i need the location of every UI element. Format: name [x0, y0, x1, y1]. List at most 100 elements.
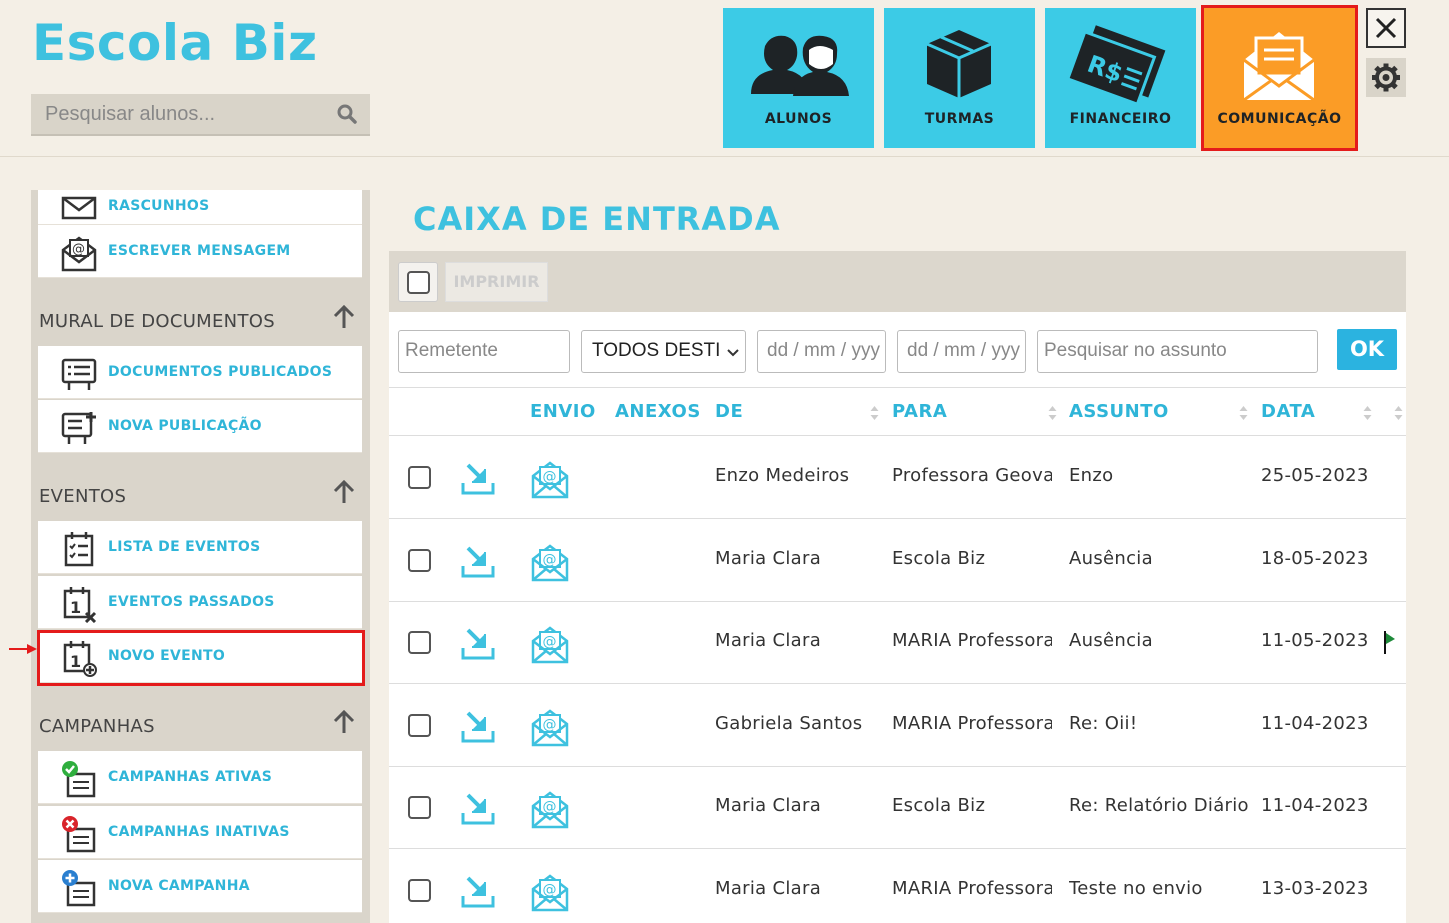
row-checkbox[interactable]: [408, 796, 431, 819]
download-icon[interactable]: [459, 791, 497, 827]
download-icon[interactable]: [459, 709, 497, 745]
search-icon[interactable]: [336, 103, 358, 125]
date-to-input[interactable]: dd / mm / yyy: [897, 330, 1026, 373]
recipient-select-value: TODOS DESTI: [592, 340, 721, 361]
column-data[interactable]: DATA: [1261, 401, 1315, 422]
svg-text:@: @: [543, 634, 557, 650]
checkbox[interactable]: [407, 271, 430, 294]
table-row[interactable]: @ Gabriela Santos MARIA Professora Re: Oii!…: [389, 684, 1406, 767]
sidebar-item-documentos-publicados[interactable]: DOCUMENTOS PUBLICADOS: [38, 346, 362, 399]
pointer-arrow-icon: [9, 644, 37, 654]
calendar-x-icon: 1: [63, 587, 97, 623]
flag-icon[interactable]: [1382, 629, 1398, 655]
sidebar-item-escrever-mensagem[interactable]: @ ESCREVER MENSAGEM: [38, 225, 362, 278]
select-all-checkbox[interactable]: [398, 262, 438, 302]
compose-mail-icon: @: [61, 236, 97, 272]
board-list-icon: [61, 358, 97, 390]
envelope-outline-icon: [61, 196, 97, 220]
sidebar-item-campanhas-inativas[interactable]: CAMPANHAS INATIVAS: [38, 806, 362, 859]
svg-text:@: @: [543, 799, 557, 815]
close-button[interactable]: [1366, 8, 1406, 48]
email-icon[interactable]: @: [530, 543, 570, 583]
collapse-arrow-icon[interactable]: [331, 709, 357, 735]
chevron-down-icon: [727, 349, 739, 357]
svg-text:@: @: [543, 469, 557, 485]
board-add-icon: [61, 412, 96, 444]
collapse-arrow-icon[interactable]: [331, 304, 357, 330]
sidebar-item-lista-de-eventos[interactable]: LISTA DE EVENTOS: [38, 521, 362, 574]
column-envio[interactable]: ENVIO: [530, 401, 596, 422]
row-checkbox[interactable]: [408, 878, 431, 902]
header-divider: [0, 156, 1449, 157]
email-icon[interactable]: @: [530, 625, 570, 665]
ok-button[interactable]: OK: [1337, 329, 1397, 370]
tile-alunos-label: ALUNOS: [764, 111, 833, 127]
tile-comunicacao[interactable]: COMUNICAÇÃO: [1201, 5, 1358, 151]
row-checkbox[interactable]: [408, 631, 431, 654]
recipient-select[interactable]: TODOS DESTI: [581, 330, 746, 373]
column-de[interactable]: DE: [715, 401, 743, 422]
print-button[interactable]: IMPRIMIR: [445, 262, 548, 302]
row-checkbox[interactable]: [408, 466, 431, 489]
tile-turmas[interactable]: TURMAS: [884, 8, 1035, 148]
download-icon[interactable]: [459, 626, 497, 662]
row-checkbox[interactable]: [408, 548, 431, 572]
app-logo[interactable]: Escola Biz: [32, 14, 318, 72]
settings-button[interactable]: [1366, 58, 1406, 97]
cell-de: Maria Clara: [715, 795, 822, 816]
sidebar-item-nova-publicacao[interactable]: NOVA PUBLICAÇÃO: [38, 400, 362, 453]
sort-icon[interactable]: [1394, 406, 1403, 420]
email-icon[interactable]: @: [530, 708, 570, 748]
sidebar-item-nova-campanha[interactable]: NOVA CAMPANHA: [38, 860, 362, 913]
sidebar-item-campanhas-ativas[interactable]: CAMPANHAS ATIVAS: [38, 751, 362, 804]
student-search-input[interactable]: Pesquisar alunos...: [31, 94, 370, 136]
email-icon[interactable]: @: [530, 790, 570, 830]
sender-filter-input[interactable]: Remetente: [398, 330, 570, 373]
table-header: ENVIO ANEXOS DE PARA ASSUNTO DATA: [389, 388, 1406, 436]
cell-de: Gabriela Santos: [715, 712, 863, 734]
cell-de: Enzo Medeiros: [715, 465, 850, 486]
row-checkbox[interactable]: [408, 713, 431, 737]
novo-evento-highlight: [37, 630, 365, 686]
sidebar-item-eventos-passados[interactable]: 1 EVENTOS PASSADOS: [38, 576, 362, 629]
collapse-arrow-icon[interactable]: [331, 479, 357, 505]
table-row[interactable]: @ Maria Clara MARIA Professora Teste no env…: [389, 849, 1406, 923]
cell-para: Escola Biz: [892, 547, 986, 569]
tile-comunicacao-label: COMUNICAÇÃO: [1217, 111, 1342, 127]
table-row[interactable]: @ Enzo Medeiros Professora Geovana Enzo 25-0…: [389, 436, 1406, 519]
table-row[interactable]: @ Maria Clara Escola Biz Ausência 18-05-2023: [389, 519, 1406, 602]
section-title-eventos: EVENTOS: [39, 486, 127, 507]
sidebar-item-label: NOVA CAMPANHA: [108, 878, 250, 894]
sidebar-item-label: ESCREVER MENSAGEM: [108, 243, 291, 259]
column-anexos[interactable]: ANEXOS: [615, 401, 701, 422]
sidebar-item-label: CAMPANHAS ATIVAS: [108, 769, 273, 785]
tile-alunos[interactable]: ALUNOS: [723, 8, 874, 148]
table-row[interactable]: @ Maria Clara Escola Biz Re: Relatório Diár…: [389, 766, 1406, 849]
column-assunto[interactable]: ASSUNTO: [1069, 401, 1169, 422]
cell-data: 13-03-2023: [1261, 877, 1369, 899]
date-from-input[interactable]: dd / mm / yyy: [757, 330, 886, 373]
svg-text:@: @: [543, 882, 557, 898]
email-icon[interactable]: @: [530, 873, 570, 913]
download-icon[interactable]: [459, 874, 497, 910]
gear-icon: [1372, 63, 1400, 92]
sidebar-item-label: CAMPANHAS INATIVAS: [108, 824, 290, 840]
column-para[interactable]: PARA: [892, 401, 947, 422]
subject-search-input[interactable]: Pesquisar no assunto: [1037, 330, 1318, 373]
table-row[interactable]: @ Maria Clara MARIA Professora Ausência 11-0…: [389, 601, 1406, 684]
filter-bar: Remetente TODOS DESTI dd / mm / yyy dd /…: [389, 312, 1406, 388]
sidebar-item-rascunhos[interactable]: RASCUNHOS: [38, 190, 362, 225]
tile-financeiro[interactable]: R$ FINANCEIRO: [1045, 8, 1196, 148]
download-icon[interactable]: [459, 544, 497, 580]
sort-icon[interactable]: [1363, 406, 1372, 420]
sort-icon[interactable]: [1048, 406, 1057, 420]
sort-icon[interactable]: [870, 406, 879, 420]
email-icon[interactable]: @: [530, 460, 570, 500]
svg-text:@: @: [543, 552, 557, 568]
students-icon: [751, 35, 849, 96]
download-icon[interactable]: [459, 461, 497, 497]
envelope-icon: [1243, 32, 1315, 102]
section-title-campanhas: CAMPANHAS: [39, 716, 155, 737]
sort-icon[interactable]: [1239, 406, 1248, 420]
cell-de: Maria Clara: [715, 877, 822, 899]
